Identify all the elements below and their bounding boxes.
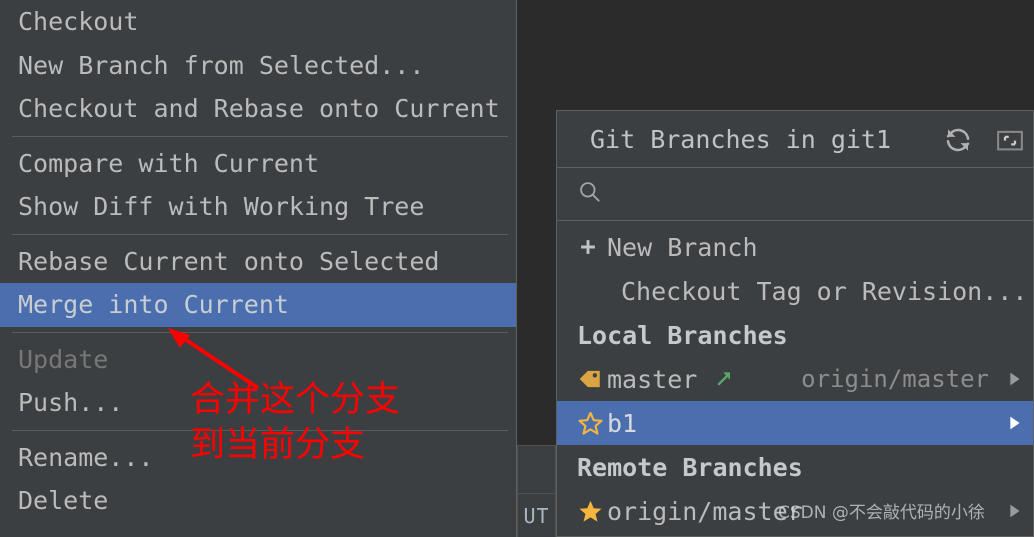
section-header-remote-branches: Remote Branches	[557, 445, 1033, 489]
menu-item-checkout[interactable]: Checkout	[0, 0, 516, 44]
section-header-local-branches: Local Branches	[557, 313, 1033, 357]
star-filled-icon	[577, 498, 607, 525]
menu-item-checkout-and-rebase-onto-current[interactable]: Checkout and Rebase onto Current	[0, 87, 516, 131]
menu-separator	[12, 331, 508, 333]
branch-row-b1[interactable]: b1	[557, 401, 1033, 445]
menu-item-merge-into-current[interactable]: Merge into Current	[0, 283, 516, 327]
menu-item-compare-with-current[interactable]: Compare with Current	[0, 142, 516, 186]
watermark-text: CSDN @不会敲代码的小徐	[778, 503, 985, 523]
annotation-text: 合并这个分支 到当前分支	[190, 378, 400, 468]
menu-item-show-diff-with-working-tree[interactable]: Show Diff with Working Tree	[0, 185, 516, 229]
search-icon	[577, 179, 603, 209]
chevron-right-icon[interactable]	[1003, 500, 1025, 522]
menu-separator	[12, 135, 508, 137]
git-branches-search-row[interactable]	[557, 168, 1033, 221]
status-text-ut: UT	[523, 503, 550, 528]
menu-separator	[12, 233, 508, 235]
chevron-right-icon[interactable]	[1003, 368, 1025, 390]
git-action-label: Checkout Tag or Revision...	[621, 276, 1028, 306]
plus-icon	[577, 236, 607, 258]
context-menu-group-1: Checkout New Branch from Selected... Che…	[0, 0, 516, 131]
git-branches-header: Git Branches in git1	[557, 111, 1033, 168]
chevron-right-icon[interactable]	[1003, 412, 1025, 434]
branch-tracking-label: origin/master	[801, 365, 989, 393]
tool-window-strip-upper	[517, 445, 556, 493]
screenshot-root: UT Checkout New Branch from Selected... …	[0, 0, 1034, 537]
annotation-line-1: 合并这个分支	[190, 380, 401, 420]
git-branches-popup: Git Branches in git1 New Branch Checkout…	[556, 110, 1034, 537]
restore-window-icon[interactable]	[993, 123, 1027, 157]
branch-name: master	[607, 364, 698, 394]
tag-icon	[577, 366, 607, 392]
git-action-label: New Branch	[607, 232, 758, 262]
section-header-label: Local Branches	[577, 320, 788, 350]
context-menu-group-3: Rebase Current onto Selected Merge into …	[0, 240, 516, 327]
tool-window-strip-lower[interactable]: UT	[517, 493, 556, 537]
git-branches-header-actions	[941, 111, 1033, 168]
section-header-label: Remote Branches	[577, 452, 803, 482]
branch-row-master[interactable]: master origin/master	[557, 357, 1033, 401]
context-menu-group-2: Compare with Current Show Diff with Work…	[0, 142, 516, 229]
refresh-icon[interactable]	[941, 123, 975, 157]
editor-background-middle	[517, 0, 556, 445]
search-input[interactable]	[615, 180, 999, 208]
menu-item-update: Update	[18, 344, 109, 374]
annotation-line-2: 到当前分支	[190, 425, 366, 465]
menu-item-delete[interactable]: Delete	[0, 479, 516, 523]
green-arrow-up-icon	[713, 368, 735, 390]
editor-background-right	[517, 0, 1034, 110]
star-outline-icon	[577, 410, 607, 437]
git-action-checkout-tag-or-revision[interactable]: Checkout Tag or Revision...	[557, 269, 1033, 313]
branch-name: origin/master	[607, 496, 803, 526]
branch-name: b1	[607, 408, 638, 438]
menu-item-new-branch-from-selected[interactable]: New Branch from Selected...	[0, 44, 516, 88]
git-action-new-branch[interactable]: New Branch	[557, 225, 1033, 269]
menu-item-rebase-current-onto-selected[interactable]: Rebase Current onto Selected	[0, 240, 516, 284]
git-branches-list: New Branch Checkout Tag or Revision... L…	[557, 221, 1033, 536]
git-branches-title: Git Branches in git1	[590, 124, 892, 154]
